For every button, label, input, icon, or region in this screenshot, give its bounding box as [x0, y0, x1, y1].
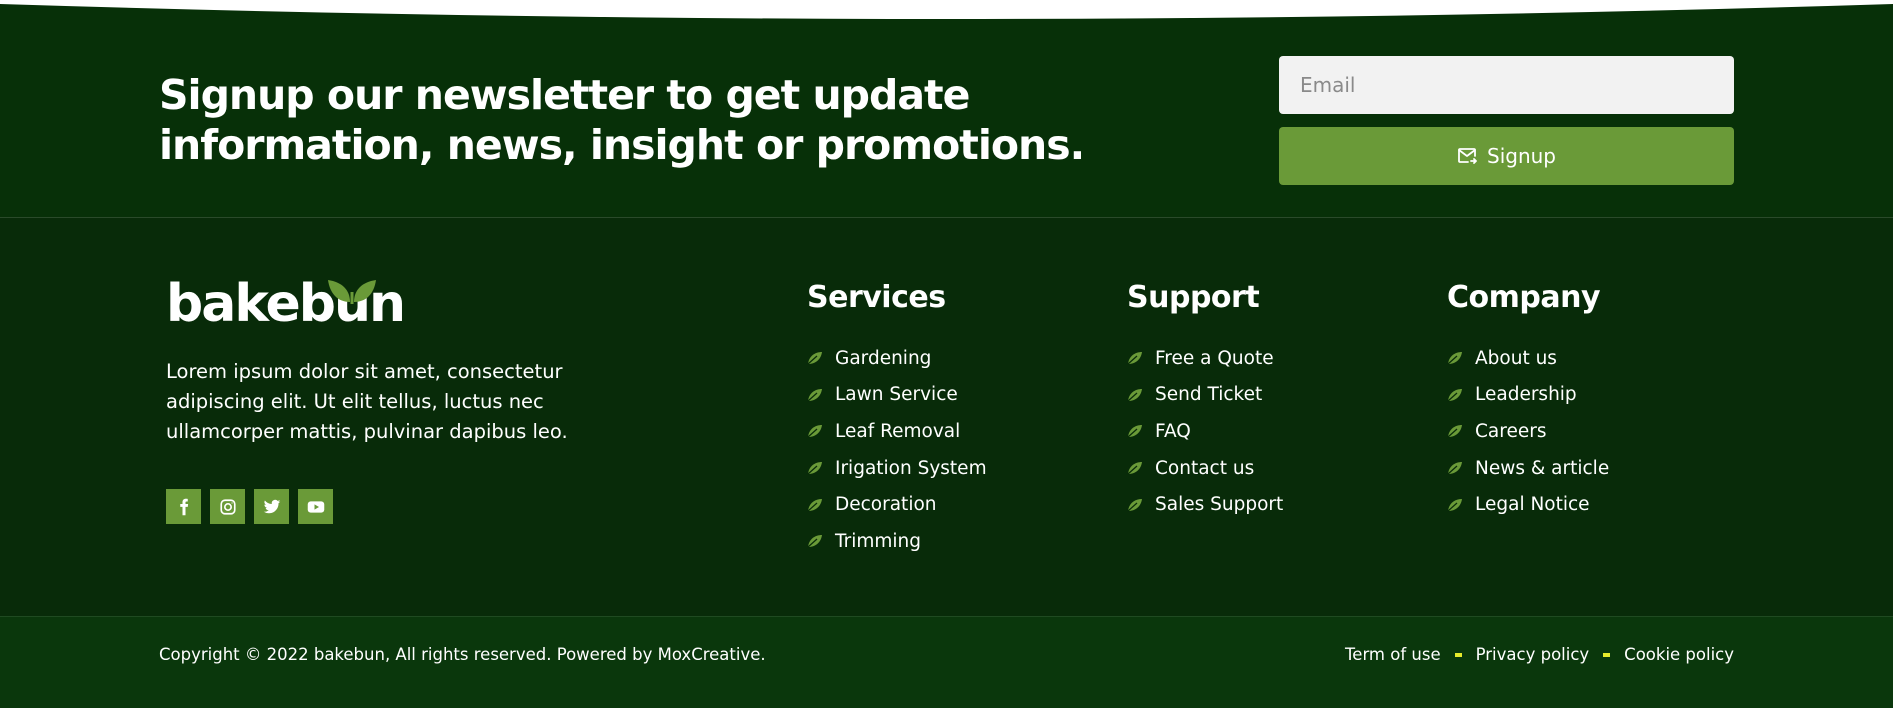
privacy-policy-link[interactable]: Privacy policy: [1476, 645, 1590, 664]
company-link-careers[interactable]: Careers: [1447, 413, 1609, 450]
company-link-about-us[interactable]: About us: [1447, 340, 1609, 377]
instagram-link[interactable]: [210, 489, 245, 524]
services-heading: Services: [807, 280, 946, 315]
bakebun-logo[interactable]: bakebun: [166, 276, 406, 332]
company-link-news-article[interactable]: News & article: [1447, 450, 1609, 487]
support-link-free-a-quote[interactable]: Free a Quote: [1127, 340, 1283, 377]
services-link-irigation-system[interactable]: Irigation System: [807, 450, 987, 487]
services-item-label: Trimming: [835, 530, 921, 552]
services-item-label: Leaf Removal: [835, 420, 961, 442]
twitter-icon: [263, 499, 280, 513]
leaf-icon: [1127, 425, 1142, 438]
services-item-label: Lawn Service: [835, 384, 958, 406]
support-heading: Support: [1127, 280, 1260, 315]
services-link-leaf-removal[interactable]: Leaf Removal: [807, 413, 987, 450]
support-list: Free a Quote Send Ticket FAQ Contact us …: [1127, 340, 1283, 523]
link-separator: [1603, 652, 1611, 657]
youtube-icon: [307, 500, 324, 513]
services-item-label: Irigation System: [835, 457, 987, 479]
leaf-icon: [807, 352, 822, 365]
leaf-icon: [1127, 352, 1142, 365]
leaf-icon: [807, 462, 822, 475]
company-item-label: Careers: [1475, 420, 1547, 442]
facebook-icon: [179, 498, 188, 515]
link-separator: [1454, 652, 1462, 657]
services-link-decoration[interactable]: Decoration: [807, 486, 987, 523]
company-heading: Company: [1447, 280, 1601, 315]
company-item-label: About us: [1475, 347, 1557, 369]
legal-links: Term of use Privacy policy Cookie policy: [1345, 645, 1734, 664]
twitter-link[interactable]: [254, 489, 289, 524]
instagram-icon: [219, 498, 236, 515]
company-column: Company About us Leadership Careers News…: [1447, 280, 1609, 523]
company-item-label: News & article: [1475, 457, 1610, 479]
bottom-bar: Copyright © 2022 bakebun, All rights res…: [0, 616, 1893, 708]
youtube-link[interactable]: [298, 489, 333, 524]
leaf-icon: [807, 498, 822, 512]
leaf-icon: [807, 388, 822, 402]
facebook-link[interactable]: [166, 489, 201, 524]
mail-send-icon: [1458, 148, 1477, 164]
term-of-use-link[interactable]: Term of use: [1345, 645, 1441, 664]
services-link-gardening[interactable]: Gardening: [807, 340, 987, 377]
copyright-text: Copyright © 2022 bakebun, All rights res…: [159, 645, 766, 664]
newsletter-title: Signup our newsletter to get update info…: [159, 71, 1085, 169]
brand-description: Lorem ipsum dolor sit amet, consectetur …: [166, 360, 568, 443]
leaf-icon: [1127, 388, 1142, 402]
leaf-icon: [1127, 462, 1142, 475]
services-link-trimming[interactable]: Trimming: [807, 523, 987, 560]
support-item-label: Free a Quote: [1155, 347, 1274, 369]
newsletter-section: Signup our newsletter to get update info…: [0, 0, 1893, 218]
support-link-sales-support[interactable]: Sales Support: [1127, 486, 1283, 523]
company-link-legal-notice[interactable]: Legal Notice: [1447, 486, 1609, 523]
company-item-label: Leadership: [1475, 384, 1577, 406]
leaves-icon: [328, 280, 376, 304]
company-list: About us Leadership Careers News & artic…: [1447, 340, 1609, 523]
support-link-send-ticket[interactable]: Send Ticket: [1127, 377, 1283, 414]
services-item-label: Gardening: [835, 347, 932, 369]
leaf-icon: [807, 535, 822, 548]
services-link-lawn-service[interactable]: Lawn Service: [807, 377, 987, 414]
email-input[interactable]: [1279, 56, 1734, 114]
signup-button-label: Signup: [1487, 144, 1556, 168]
signup-button[interactable]: Signup: [1279, 127, 1734, 185]
leaf-icon: [1447, 462, 1462, 475]
support-link-contact-us[interactable]: Contact us: [1127, 450, 1283, 487]
company-link-leadership[interactable]: Leadership: [1447, 377, 1609, 414]
leaf-icon: [1447, 425, 1462, 438]
cookie-policy-link[interactable]: Cookie policy: [1624, 645, 1734, 664]
support-link-faq[interactable]: FAQ: [1127, 413, 1283, 450]
support-column: Support Free a Quote Send Ticket FAQ Con…: [1127, 280, 1283, 523]
support-item-label: Sales Support: [1155, 494, 1284, 516]
footer-page: Signup our newsletter to get update info…: [0, 0, 1893, 708]
support-item-label: Send Ticket: [1155, 384, 1263, 406]
leaf-icon: [1447, 352, 1462, 365]
top-curve-decoration: [0, 0, 1893, 19]
services-item-label: Decoration: [835, 494, 937, 516]
company-item-label: Legal Notice: [1475, 494, 1590, 516]
support-item-label: FAQ: [1155, 420, 1191, 442]
leaf-icon: [807, 425, 822, 438]
leaf-icon: [1447, 388, 1462, 402]
services-column: Services Gardening Lawn Service Leaf Rem…: [807, 280, 987, 560]
support-item-label: Contact us: [1155, 457, 1255, 479]
social-links: [166, 489, 333, 524]
leaf-icon: [1447, 498, 1462, 512]
services-list: Gardening Lawn Service Leaf Removal Irig…: [807, 340, 987, 560]
leaf-icon: [1127, 498, 1142, 512]
